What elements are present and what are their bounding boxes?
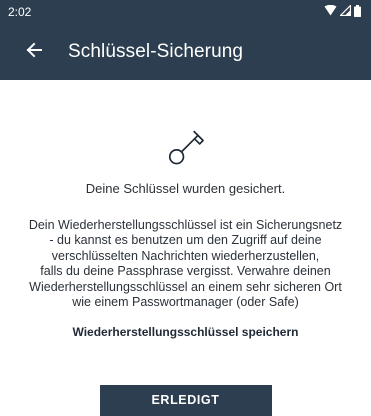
description-line: Dein Wiederherstellungsschlüssel ist ein… xyxy=(28,217,343,232)
description-line: Wiederherstellungsschlüssel an einem seh… xyxy=(29,279,342,294)
description-line: wie einem Passwortmanager (oder Safe) xyxy=(72,295,299,310)
app-bar: Schlüssel-Sicherung xyxy=(0,24,371,80)
wifi-icon xyxy=(324,4,337,19)
page-title: Schlüssel-Sicherung xyxy=(68,41,244,62)
description-line: verschlüsselten Nachrichten wiederherzus… xyxy=(51,248,320,263)
back-button[interactable] xyxy=(10,28,58,76)
recovery-key-description: Dein Wiederherstellungsschlüssel ist ein… xyxy=(16,218,356,311)
save-recovery-key-link[interactable]: Wiederherstellungsschlüssel speichern xyxy=(73,325,299,339)
done-button[interactable]: ERLEDIGT xyxy=(99,384,272,416)
arrow-left-icon xyxy=(26,42,42,63)
main-content: Deine Schlüssel wurden gesichert. Dein W… xyxy=(0,80,371,416)
status-bar: 2:02 xyxy=(0,0,371,24)
cell-signal-icon xyxy=(339,4,352,19)
status-icons xyxy=(324,4,361,20)
status-time: 2:02 xyxy=(8,5,32,19)
description-line: falls du deine Passphrase vergisst. Verw… xyxy=(40,264,331,279)
saved-message: Deine Schlüssel wurden gesichert. xyxy=(85,180,286,196)
battery-icon xyxy=(354,4,361,20)
description-line: - du kannst es benutzen um den Zugriff a… xyxy=(49,233,322,248)
key-icon xyxy=(168,130,204,165)
